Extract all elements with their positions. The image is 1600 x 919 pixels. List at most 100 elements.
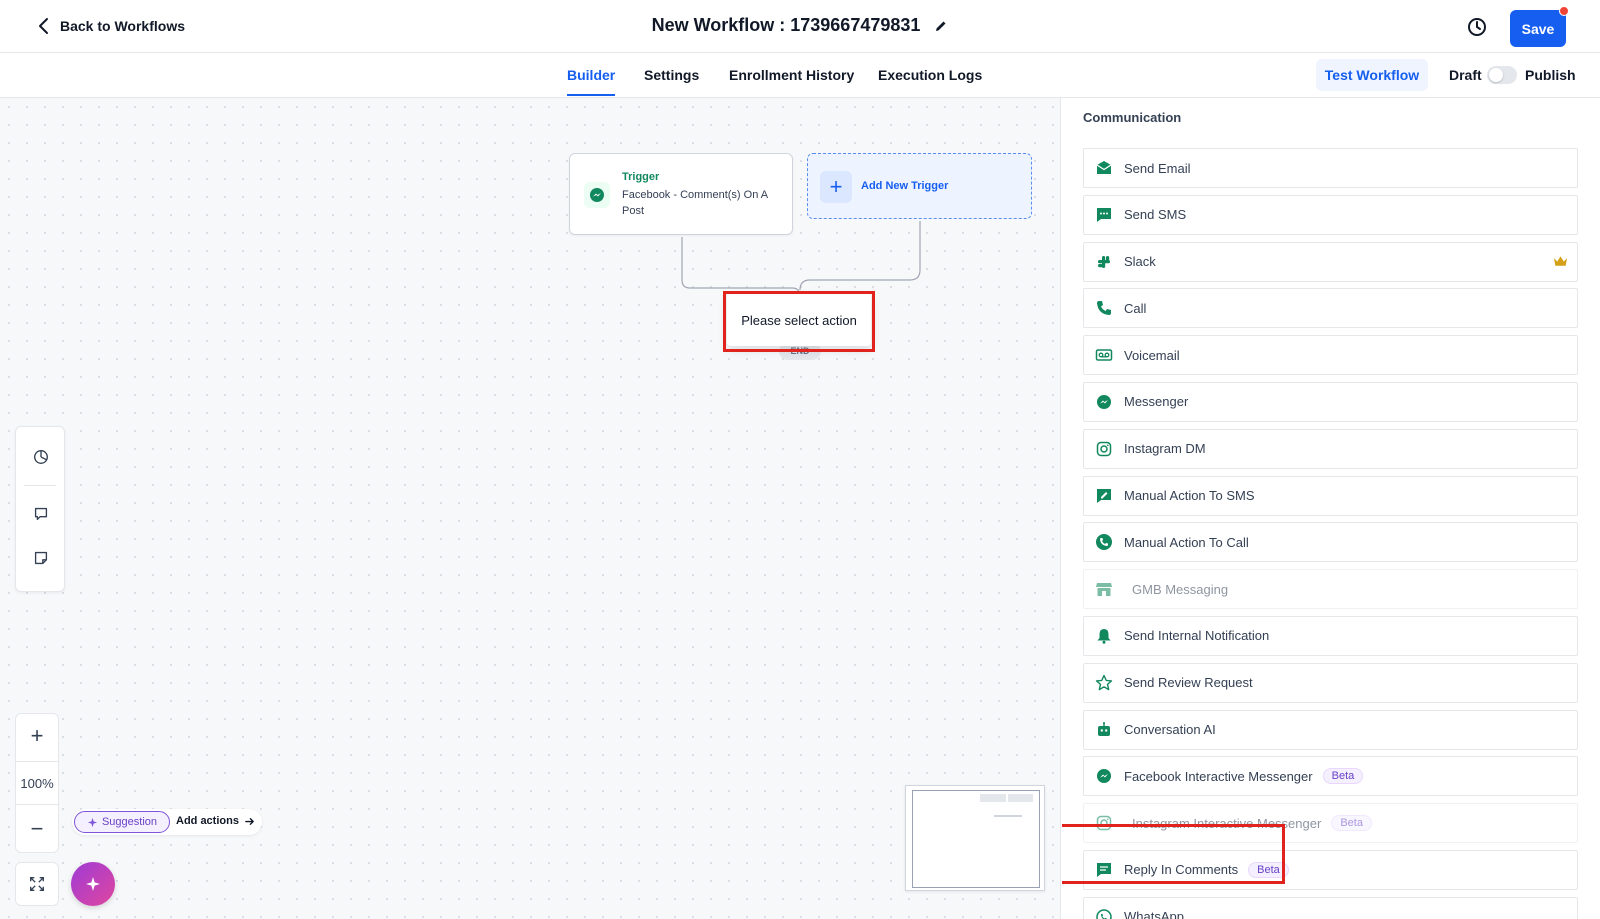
unsaved-indicator-dot xyxy=(1559,6,1569,16)
back-to-workflows-link[interactable]: Back to Workflows xyxy=(36,17,185,35)
test-workflow-button[interactable]: Test Workflow xyxy=(1316,59,1428,91)
publish-label: Publish xyxy=(1525,67,1576,83)
add-new-trigger-node[interactable]: + Add New Trigger xyxy=(807,153,1032,219)
action-item-voicemail[interactable]: Voicemail xyxy=(1083,335,1578,376)
tab-execution-logs[interactable]: Execution Logs xyxy=(878,67,982,83)
action-item-send-review-request[interactable]: Send Review Request xyxy=(1083,662,1578,703)
suggestion-bar: Suggestion Add actions xyxy=(72,809,262,835)
comment-icon xyxy=(1084,861,1124,879)
action-label: Slack xyxy=(1124,254,1156,270)
comment-icon[interactable] xyxy=(28,501,54,527)
tab-bar: Builder Settings Enrollment History Exec… xyxy=(0,53,1600,98)
action-item-call[interactable]: Call xyxy=(1083,288,1578,329)
action-label: Instagram DM xyxy=(1124,441,1206,457)
crown-icon xyxy=(1553,255,1568,266)
action-item-slack[interactable]: Slack xyxy=(1083,241,1578,282)
action-item-whatsapp[interactable]: WhatsApp xyxy=(1083,896,1578,919)
trigger-node[interactable]: Trigger Facebook - Comment(s) On A Post xyxy=(569,153,793,235)
messenger-icon xyxy=(584,182,610,208)
zoom-in-button[interactable]: + xyxy=(16,714,58,758)
toolbar-divider xyxy=(24,485,56,486)
arrow-right-icon xyxy=(245,817,255,825)
top-bar: Back to Workflows New Workflow : 1739667… xyxy=(0,0,1600,53)
action-item-facebook-interactive-messenger[interactable]: Facebook Interactive Messenger Beta xyxy=(1083,756,1578,797)
sticky-note-icon[interactable] xyxy=(28,545,54,571)
publish-toggle[interactable] xyxy=(1487,66,1517,84)
action-item-instagram-dm[interactable]: Instagram DM xyxy=(1083,428,1578,469)
action-item-conversation-ai[interactable]: Conversation AI xyxy=(1083,709,1578,750)
draft-label: Draft xyxy=(1449,67,1482,83)
ai-assistant-button[interactable] xyxy=(71,862,115,906)
messenger-icon xyxy=(1084,767,1124,785)
messenger-icon xyxy=(1084,393,1124,411)
manual-sms-icon xyxy=(1084,487,1124,505)
trigger-description: Facebook - Comment(s) On A Post xyxy=(622,189,768,217)
instagram-icon xyxy=(1084,440,1124,458)
connector-lines xyxy=(681,221,921,312)
workflow-title-wrapper: New Workflow : 1739667479831 xyxy=(0,15,1600,36)
action-label: Send Email xyxy=(1124,160,1191,176)
action-item-manual-action-call[interactable]: Manual Action To Call xyxy=(1083,522,1578,563)
analytics-icon[interactable] xyxy=(28,444,54,470)
action-label: Send SMS xyxy=(1124,207,1187,223)
voicemail-icon xyxy=(1084,346,1124,364)
workflow-canvas[interactable]: Trigger Facebook - Comment(s) On A Post … xyxy=(0,98,1061,919)
instagram-icon xyxy=(1084,814,1124,832)
action-item-send-internal-notification[interactable]: Send Internal Notification xyxy=(1083,615,1578,656)
tab-settings[interactable]: Settings xyxy=(644,67,699,83)
action-item-messenger[interactable]: Messenger xyxy=(1083,381,1578,422)
zoom-level: 100% xyxy=(16,761,58,805)
sparkle-icon xyxy=(87,817,98,827)
fit-to-screen-button[interactable] xyxy=(15,862,59,906)
action-item-manual-action-sms[interactable]: Manual Action To SMS xyxy=(1083,475,1578,516)
manual-call-icon xyxy=(1084,533,1124,551)
zoom-controls: + 100% − xyxy=(15,713,59,853)
action-label: Reply In Comments xyxy=(1124,862,1239,878)
beta-badge: Beta xyxy=(1322,768,1364,785)
chevron-left-icon xyxy=(39,18,48,34)
minimap-viewport xyxy=(912,790,1040,888)
action-label: Manual Action To SMS xyxy=(1124,488,1255,504)
action-label: Send Internal Notification xyxy=(1124,628,1270,644)
bell-icon xyxy=(1084,627,1124,645)
trigger-kicker: Trigger xyxy=(622,171,660,183)
suggestion-chip[interactable]: Suggestion xyxy=(74,811,170,833)
action-label: Voicemail xyxy=(1124,347,1180,363)
zoom-out-button[interactable]: − xyxy=(16,807,58,851)
minimap-node xyxy=(980,794,1006,802)
whatsapp-icon xyxy=(1084,908,1124,919)
action-item-send-sms[interactable]: Send SMS xyxy=(1083,194,1578,235)
save-button[interactable]: Save xyxy=(1510,6,1569,47)
action-label: WhatsApp xyxy=(1124,909,1184,919)
action-list: Send Email Send SMS Slack Call Voicemail… xyxy=(1083,148,1578,919)
action-label: Conversation AI xyxy=(1124,722,1216,738)
action-label: GMB Messaging xyxy=(1132,581,1229,597)
action-item-reply-in-comments[interactable]: Reply In Comments Beta xyxy=(1083,849,1578,890)
edit-pencil-icon[interactable] xyxy=(934,19,948,33)
store-icon xyxy=(1084,580,1124,598)
action-item-gmb-messaging[interactable]: GMB Messaging xyxy=(1083,569,1578,610)
add-actions-link[interactable]: Add actions xyxy=(176,815,255,827)
minimap[interactable] xyxy=(905,785,1045,891)
action-label: Instagram Interactive Messenger xyxy=(1132,815,1322,831)
action-item-instagram-interactive-messenger[interactable]: Instagram Interactive Messenger Beta xyxy=(1083,803,1578,844)
action-label: Call xyxy=(1124,300,1147,316)
slack-icon xyxy=(1084,253,1124,271)
canvas-side-toolbar xyxy=(15,426,65,592)
plus-icon: + xyxy=(820,171,852,203)
tab-builder[interactable]: Builder xyxy=(567,67,616,96)
action-item-send-email[interactable]: Send Email xyxy=(1083,148,1578,188)
actions-panel: Communication Send Email Send SMS Slack … xyxy=(1062,98,1600,919)
action-label: Send Review Request xyxy=(1124,675,1253,691)
star-icon xyxy=(1084,674,1124,692)
magic-sparkle-icon xyxy=(86,877,100,891)
beta-badge: Beta xyxy=(1248,861,1289,878)
section-title: Communication xyxy=(1083,110,1182,125)
select-action-tooltip: Please select action xyxy=(727,294,871,346)
phone-icon xyxy=(1084,299,1124,317)
history-icon[interactable] xyxy=(1466,16,1488,38)
action-label: Facebook Interactive Messenger xyxy=(1124,768,1313,784)
tab-enrollment-history[interactable]: Enrollment History xyxy=(729,67,854,83)
sms-icon xyxy=(1084,206,1124,224)
add-trigger-label: Add New Trigger xyxy=(861,180,949,192)
